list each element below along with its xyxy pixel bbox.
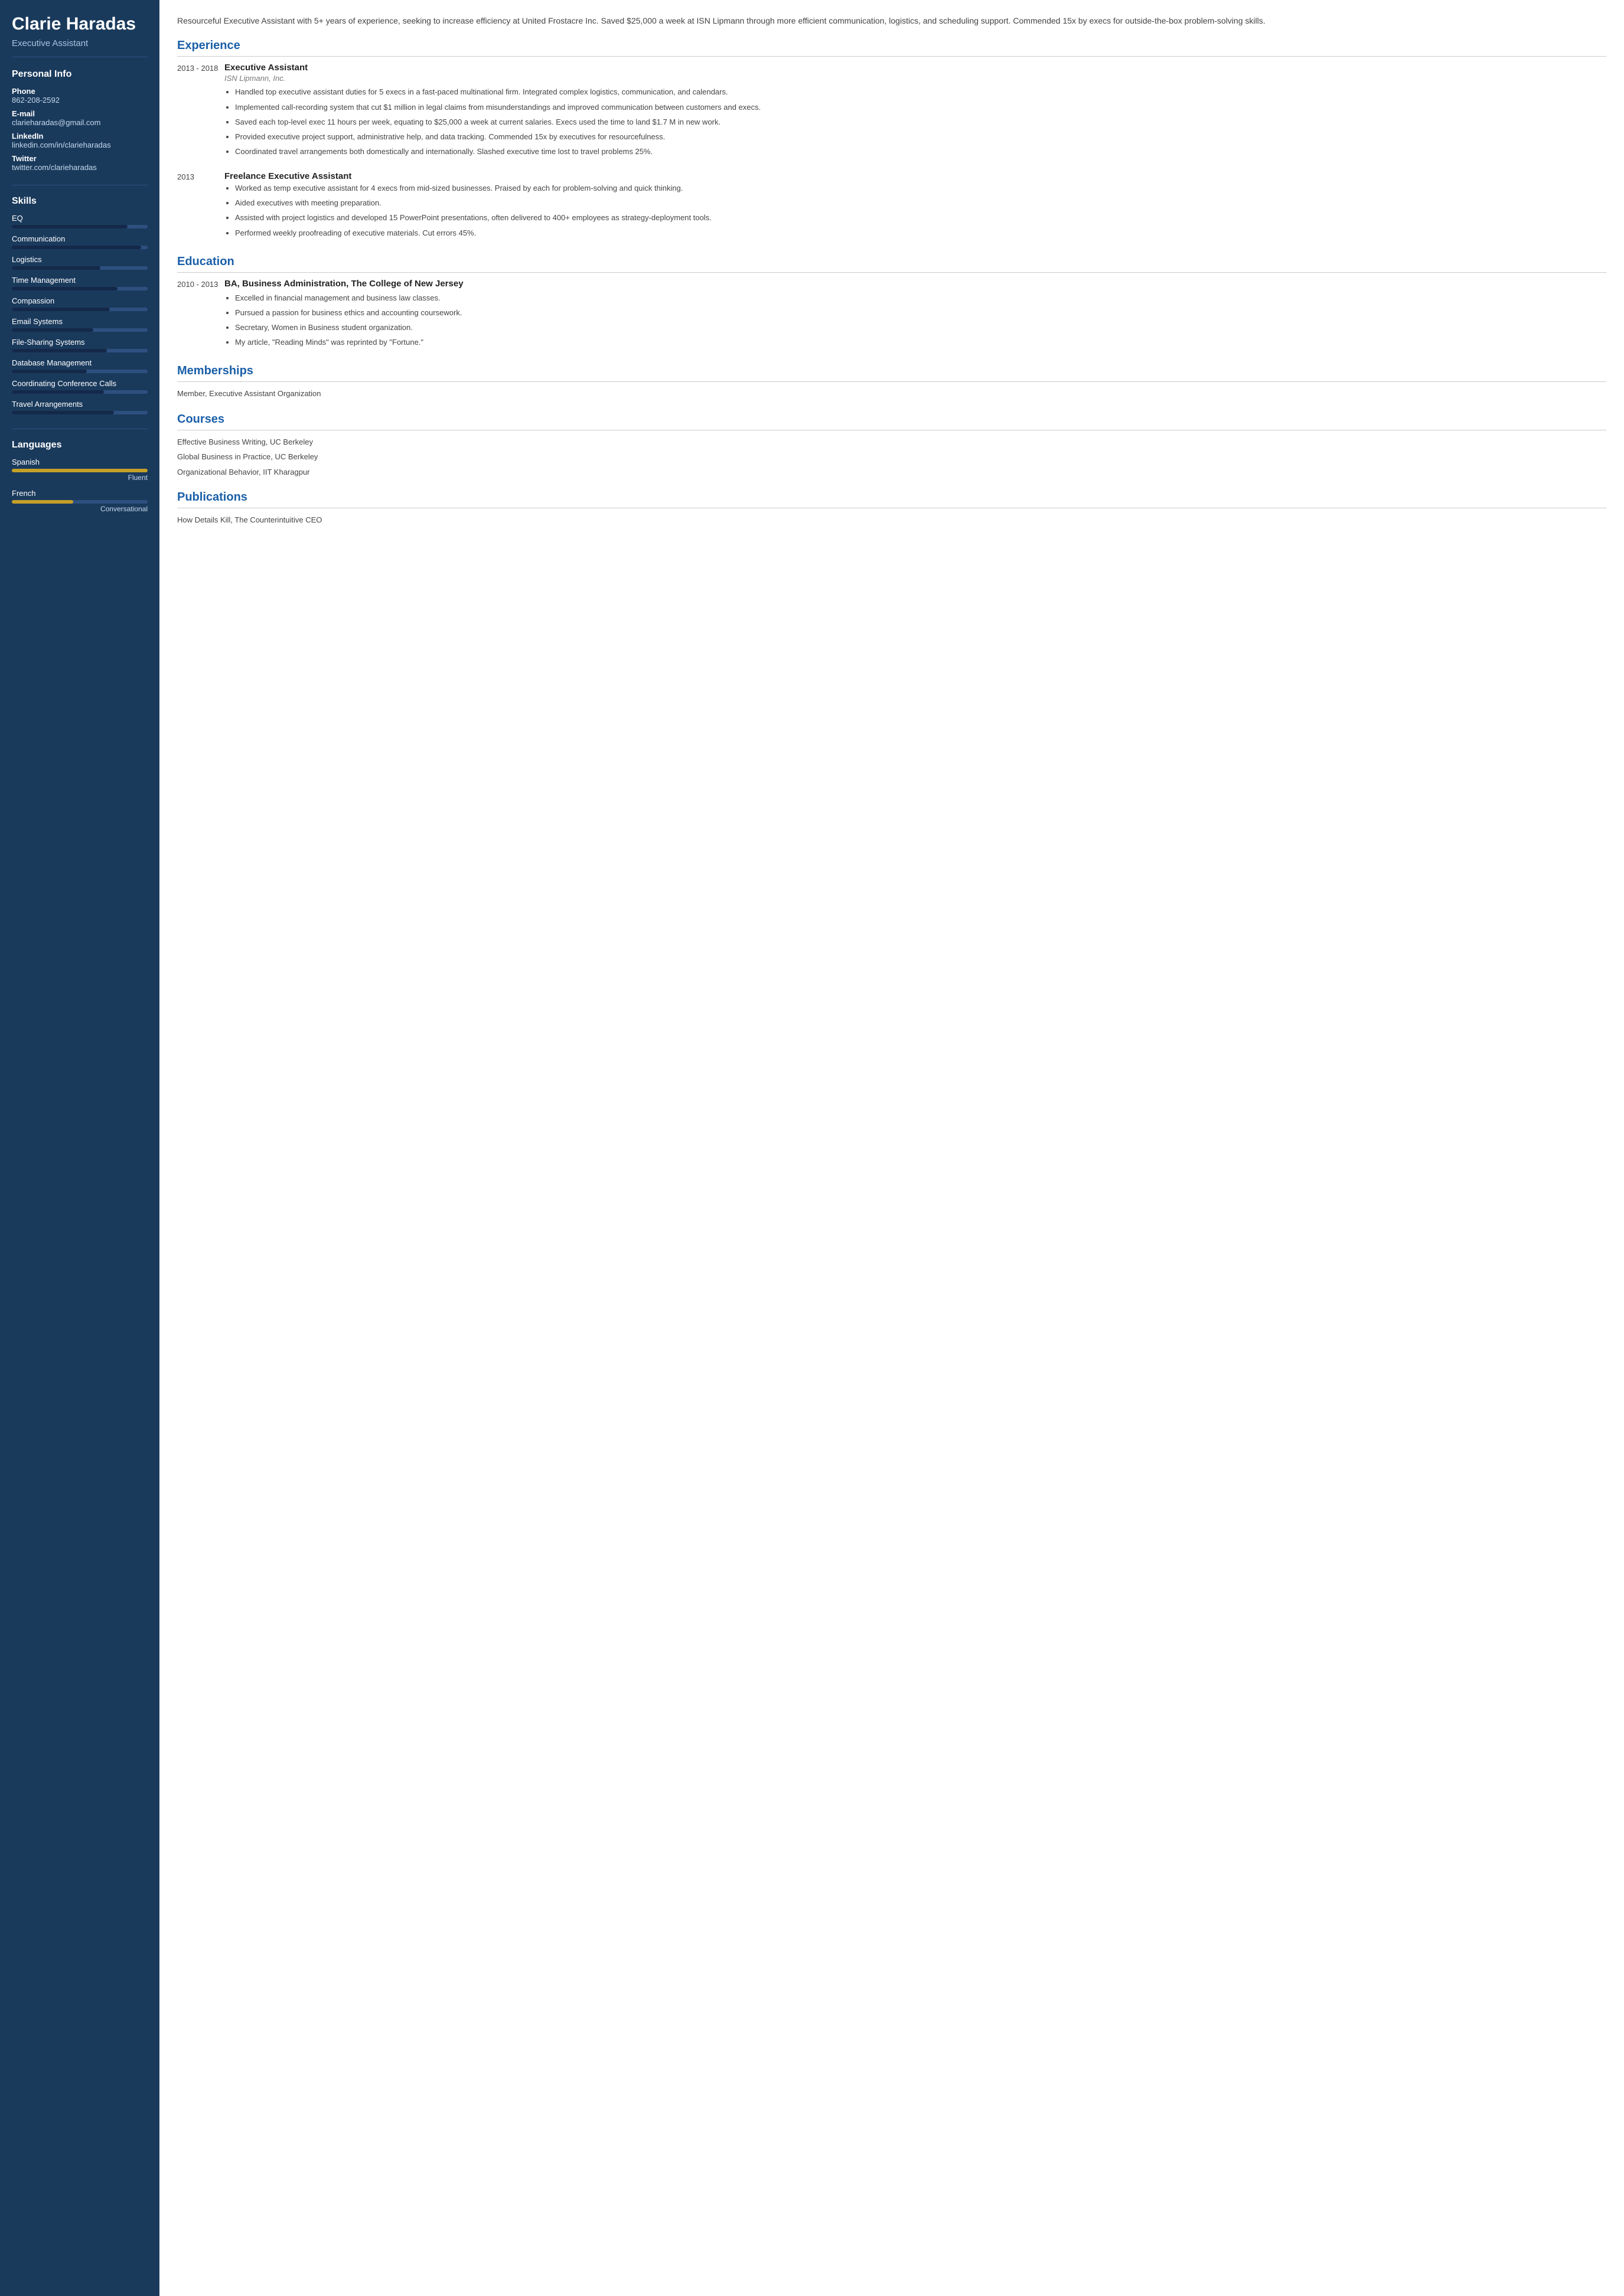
personal-info-title: Personal Info xyxy=(12,69,148,80)
candidate-title: Executive Assistant xyxy=(12,38,148,57)
experience-title: Experience xyxy=(177,39,1606,57)
personal-info-items: Phone 862-208-2592 E-mail clarieharadas@g… xyxy=(12,87,148,172)
personal-info-item: Phone 862-208-2592 xyxy=(12,87,148,104)
publications-title: Publications xyxy=(177,491,1606,508)
course-item: Global Business in Practice, UC Berkeley xyxy=(177,451,1606,463)
education-entries: 2010 - 2013 BA, Business Administration,… xyxy=(177,279,1606,352)
skill-item: Compassion xyxy=(12,296,148,311)
skill-item: Travel Arrangements xyxy=(12,400,148,414)
memberships-items: Member, Executive Assistant Organization xyxy=(177,388,1606,400)
memberships-section: Memberships Member, Executive Assistant … xyxy=(177,364,1606,400)
personal-info-section: Personal Info Phone 862-208-2592 E-mail c… xyxy=(12,69,148,185)
course-item: Organizational Behavior, IIT Kharagpur xyxy=(177,466,1606,478)
course-item: Effective Business Writing, UC Berkeley xyxy=(177,436,1606,448)
candidate-name: Clarie Haradas xyxy=(12,14,148,35)
skill-item: Communication xyxy=(12,234,148,249)
languages-title: Languages xyxy=(12,440,148,450)
courses-section: Courses Effective Business Writing, UC B… xyxy=(177,413,1606,478)
membership-item: Member, Executive Assistant Organization xyxy=(177,388,1606,400)
experience-entry: 2013 Freelance Executive Assistant Worke… xyxy=(177,171,1606,242)
publication-item: How Details Kill, The Counterintuitive C… xyxy=(177,514,1606,526)
publications-section: Publications How Details Kill, The Count… xyxy=(177,491,1606,526)
language-item: Spanish Fluent xyxy=(12,458,148,482)
summary: Resourceful Executive Assistant with 5+ … xyxy=(177,14,1606,27)
languages-items: Spanish FluentFrench C xyxy=(12,458,148,513)
skills-items: EQ Communication Logistics xyxy=(12,214,148,414)
education-section: Education 2010 - 2013 BA, Business Admin… xyxy=(177,255,1606,352)
experience-entries: 2013 - 2018 Executive Assistant ISN Lipm… xyxy=(177,63,1606,241)
personal-info-item: Twitter twitter.com/clarieharadas xyxy=(12,154,148,172)
personal-info-item: LinkedIn linkedin.com/in/clarieharadas xyxy=(12,132,148,149)
publications-items: How Details Kill, The Counterintuitive C… xyxy=(177,514,1606,526)
main-content: Resourceful Executive Assistant with 5+ … xyxy=(159,0,1624,2296)
sidebar: Clarie Haradas Executive Assistant Perso… xyxy=(0,0,159,2296)
skills-title: Skills xyxy=(12,196,148,207)
skill-item: File-Sharing Systems xyxy=(12,338,148,352)
personal-info-item: E-mail clarieharadas@gmail.com xyxy=(12,109,148,127)
skill-item: Time Management xyxy=(12,276,148,290)
courses-items: Effective Business Writing, UC Berkeley G… xyxy=(177,436,1606,478)
memberships-title: Memberships xyxy=(177,364,1606,382)
languages-section: Languages Spanish FluentFrench xyxy=(12,440,148,513)
skill-item: Email Systems xyxy=(12,317,148,332)
skill-item: Logistics xyxy=(12,255,148,270)
skill-item: Coordinating Conference Calls xyxy=(12,379,148,394)
courses-title: Courses xyxy=(177,413,1606,430)
skill-item: Database Management xyxy=(12,358,148,373)
skills-section: Skills EQ Communication Logistics xyxy=(12,196,148,429)
language-item: French Conversational xyxy=(12,489,148,513)
education-entry: 2010 - 2013 BA, Business Administration,… xyxy=(177,279,1606,352)
experience-entry: 2013 - 2018 Executive Assistant ISN Lipm… xyxy=(177,63,1606,161)
experience-section: Experience 2013 - 2018 Executive Assista… xyxy=(177,39,1606,241)
skill-item: EQ xyxy=(12,214,148,228)
education-title: Education xyxy=(177,255,1606,273)
